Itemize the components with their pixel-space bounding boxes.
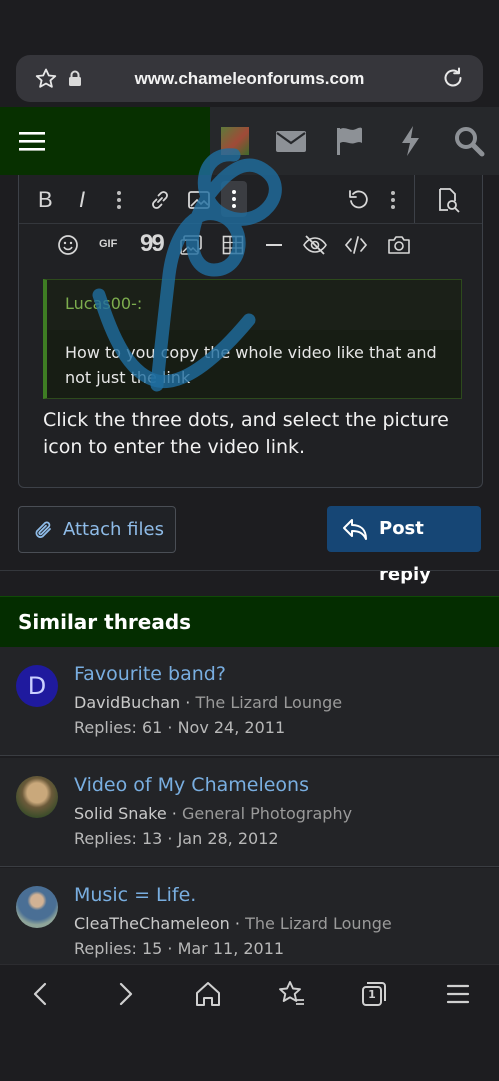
- avatar[interactable]: D: [16, 665, 58, 707]
- url-text[interactable]: www.chameleonforums.com: [16, 55, 483, 102]
- thread-author[interactable]: DavidBuchan: [74, 693, 180, 712]
- search-icon[interactable]: [452, 124, 486, 158]
- reload-icon[interactable]: [441, 66, 465, 90]
- thread-title[interactable]: Favourite band?: [74, 663, 226, 685]
- thread-title[interactable]: Video of My Chameleons: [74, 774, 309, 796]
- thread-meta: Solid Snake · General Photography: [74, 804, 353, 823]
- tabs-icon[interactable]: 1: [359, 979, 389, 1009]
- address-bar[interactable]: www.chameleonforums.com: [16, 55, 483, 102]
- thread-forum[interactable]: The Lizard Lounge: [195, 693, 342, 712]
- reply-editor[interactable]: B I GIF 99 Lucas00-: How to you copy the…: [18, 148, 483, 488]
- toolbar-divider: [414, 175, 415, 223]
- attach-files-button[interactable]: Attach files: [18, 506, 176, 553]
- thread-title[interactable]: Music = Life.: [74, 884, 196, 906]
- thread-forum[interactable]: General Photography: [182, 804, 352, 823]
- favorites-icon[interactable]: [276, 979, 306, 1009]
- thread-meta: DavidBuchan · The Lizard Lounge: [74, 693, 343, 712]
- browser-bottom-bar: 1: [0, 964, 499, 1081]
- home-icon[interactable]: [193, 979, 223, 1009]
- thread-row[interactable]: Video of My Chameleons Solid Snake · Gen…: [0, 758, 499, 867]
- avatar[interactable]: [16, 776, 58, 818]
- thread-stats: Replies: 13 · Jan 28, 2012: [74, 829, 279, 848]
- attach-files-label: Attach files: [63, 519, 164, 540]
- preview-icon[interactable]: [435, 187, 461, 213]
- camera-icon[interactable]: [387, 234, 411, 256]
- menu-icon[interactable]: [443, 979, 473, 1009]
- similar-threads-title: Similar threads: [18, 610, 192, 634]
- handwritten-annotation: [92, 148, 282, 392]
- reply-icon: [343, 519, 367, 540]
- bolt-icon[interactable]: [394, 124, 428, 158]
- thread-row[interactable]: Music = Life. CleaTheChameleon · The Liz…: [0, 868, 499, 964]
- thread-author[interactable]: Solid Snake: [74, 804, 167, 823]
- thread-row[interactable]: D Favourite band? DavidBuchan · The Liza…: [0, 647, 499, 756]
- divider: [0, 570, 499, 571]
- paperclip-icon: [35, 521, 51, 538]
- tab-count: 1: [368, 988, 376, 1001]
- undo-icon[interactable]: [347, 188, 371, 212]
- avatar[interactable]: [16, 886, 58, 928]
- post-reply-label: Post reply: [379, 518, 431, 585]
- thread-meta: CleaTheChameleon · The Lizard Lounge: [74, 914, 392, 933]
- thread-stats: Replies: 61 · Nov 24, 2011: [74, 718, 286, 737]
- code-icon[interactable]: [344, 234, 368, 256]
- post-reply-button[interactable]: Post reply: [327, 506, 481, 585]
- thread-author[interactable]: CleaTheChameleon: [74, 914, 230, 933]
- similar-threads-header: Similar threads: [0, 596, 499, 647]
- menu-icon[interactable]: [16, 124, 50, 158]
- more-icon[interactable]: [389, 189, 397, 211]
- bold-icon[interactable]: B: [38, 187, 53, 213]
- thread-stats: Replies: 15 · Mar 11, 2011: [74, 939, 285, 958]
- thread-forum[interactable]: The Lizard Lounge: [245, 914, 392, 933]
- back-icon[interactable]: [26, 979, 56, 1009]
- forward-icon[interactable]: [110, 979, 140, 1009]
- smilie-icon[interactable]: [57, 234, 79, 256]
